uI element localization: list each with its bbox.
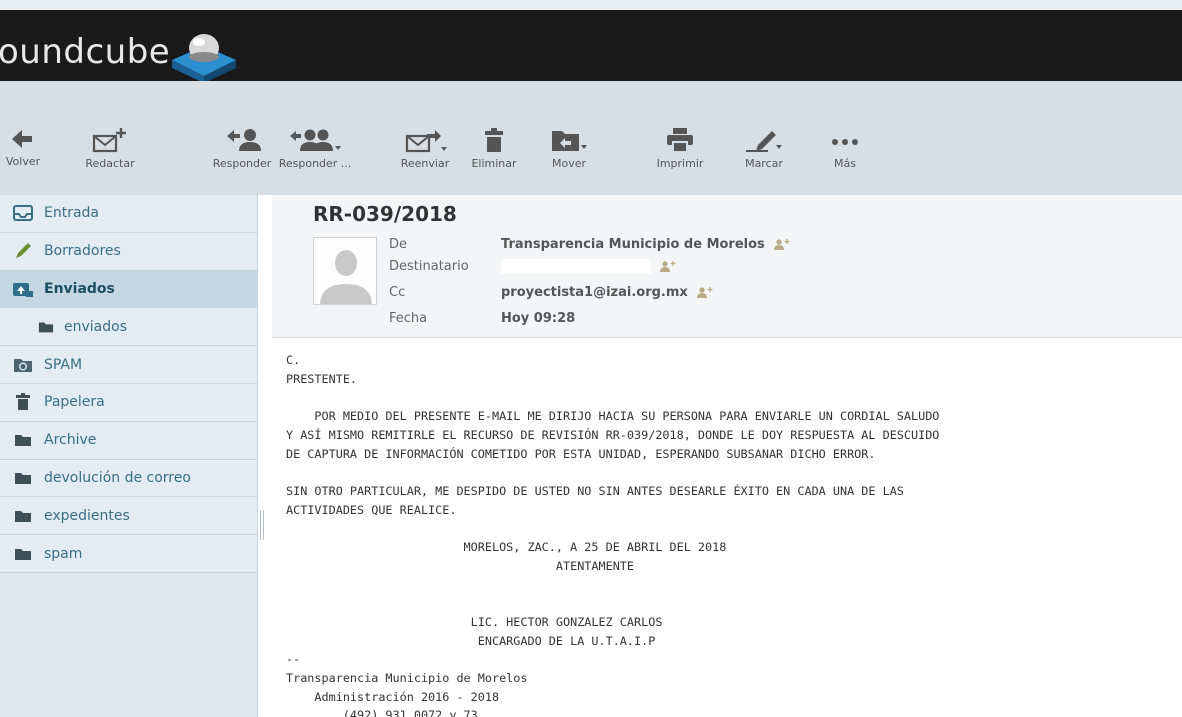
delete-button[interactable]: Eliminar (466, 127, 522, 183)
folder-label: expedientes (44, 507, 130, 524)
back-button[interactable]: Volver (4, 127, 42, 183)
sent-icon (12, 280, 34, 298)
mark-button[interactable]: Marcar (738, 127, 790, 183)
folder-item-archive[interactable]: Archive (0, 421, 257, 460)
folder-list: Entrada Borradores Enviados enviados SPAM Pap… (0, 195, 257, 573)
from-value: Transparencia Municipio de Morelos (501, 237, 791, 252)
printer-icon (667, 128, 693, 153)
back-label: Volver (5, 155, 41, 168)
add-contact-icon[interactable] (773, 238, 791, 251)
mark-pencil-icon (746, 131, 782, 152)
pencil-icon (12, 242, 34, 260)
move-folder-icon (552, 131, 587, 151)
folder-item-devolución-de-correo[interactable]: devolución de correo (0, 459, 257, 498)
to-value (501, 259, 677, 274)
contact-avatar (313, 237, 377, 305)
folder-label: Entrada (44, 205, 100, 222)
folder-label: Enviados (44, 280, 115, 297)
move-label: Mover (551, 157, 587, 170)
date-label: Fecha (389, 311, 428, 326)
roundcube-logo-icon (172, 34, 236, 83)
from-label: De (389, 237, 408, 252)
print-button[interactable]: Imprimir (651, 127, 709, 183)
print-label: Imprimir (656, 157, 704, 170)
folder-item-enviados[interactable]: Enviados (0, 270, 257, 309)
folder-label: devolución de correo (44, 469, 191, 486)
folder-item-spam[interactable]: SPAM (0, 346, 257, 384)
folder-item-papelera[interactable]: Papelera (0, 383, 257, 422)
cc-label: Cc (389, 285, 406, 300)
app-header: oundcube (0, 10, 1182, 83)
folder-sidebar: Entrada Borradores Enviados enviados SPAM Pap… (0, 195, 258, 717)
back-arrow-icon (12, 130, 32, 148)
logo-text: oundcube (0, 32, 171, 72)
folder-item-expedientes[interactable]: expedientes (0, 497, 257, 536)
junk-icon (12, 356, 34, 374)
from-name[interactable]: Transparencia Municipio de Morelos (501, 237, 765, 252)
forward-label: Reenviar (400, 157, 450, 170)
folder-label: enviados (64, 318, 127, 335)
inbox-icon (12, 204, 34, 222)
forward-button[interactable]: Reenviar (396, 127, 454, 183)
folder-label: Borradores (44, 243, 121, 260)
reply-icon (227, 129, 261, 151)
message-subject: RR-039/2018 (313, 202, 457, 226)
folder-item-spam[interactable]: spam (0, 535, 257, 573)
folder-label: SPAM (44, 356, 83, 373)
to-address-redacted (501, 259, 651, 274)
reply-all-icon (290, 129, 341, 151)
folder-label: spam (44, 545, 83, 562)
to-label: Destinatario (389, 259, 469, 274)
forward-icon (405, 130, 447, 153)
add-contact-icon[interactable] (659, 260, 677, 273)
add-contact-icon[interactable] (696, 286, 714, 299)
compose-label: Redactar (85, 157, 135, 170)
date-value: Hoy 09:28 (501, 311, 576, 326)
toolbar: Volver Redactar Responder Responder ... (0, 81, 1182, 195)
move-button[interactable]: Mover (542, 127, 596, 183)
compose-button[interactable]: Redactar (76, 127, 144, 183)
folder-icon (38, 318, 54, 336)
folder-icon (12, 545, 34, 563)
reply-all-button[interactable]: Responder ... (278, 127, 352, 183)
folder-label: Archive (44, 432, 97, 449)
folder-icon (12, 431, 34, 449)
folder-icon (12, 507, 34, 525)
folder-item-entrada[interactable]: Entrada (0, 195, 257, 233)
person-silhouette-icon (314, 238, 376, 304)
cc-value: proyectista1@izai.org.mx (501, 285, 714, 300)
mark-label: Marcar (745, 157, 783, 170)
more-label: Más (834, 157, 856, 170)
message-pane: RR-039/2018 De Transparencia Municipio d… (272, 195, 1182, 717)
trash-icon (12, 393, 34, 411)
folder-icon (12, 469, 34, 487)
pane-splitter[interactable] (260, 510, 266, 540)
folder-label: Papelera (44, 394, 105, 411)
reply-label: Responder (212, 157, 272, 170)
trash-icon (485, 128, 503, 152)
compose-icon (92, 128, 126, 153)
top-strip (0, 0, 1182, 10)
folder-item-borradores[interactable]: Borradores (0, 232, 257, 271)
cc-address[interactable]: proyectista1@izai.org.mx (501, 285, 688, 300)
more-dots-icon (832, 139, 858, 145)
reply-all-label: Responder ... (278, 157, 352, 170)
folder-item-enviados[interactable]: enviados (0, 308, 257, 347)
message-body: C. PRESTENTE. POR MEDIO DEL PRESENTE E-M… (286, 353, 940, 717)
delete-label: Eliminar (471, 157, 517, 170)
message-header: RR-039/2018 De Transparencia Municipio d… (272, 195, 1182, 338)
more-button[interactable]: Más (824, 127, 866, 183)
reply-button[interactable]: Responder (211, 127, 273, 183)
